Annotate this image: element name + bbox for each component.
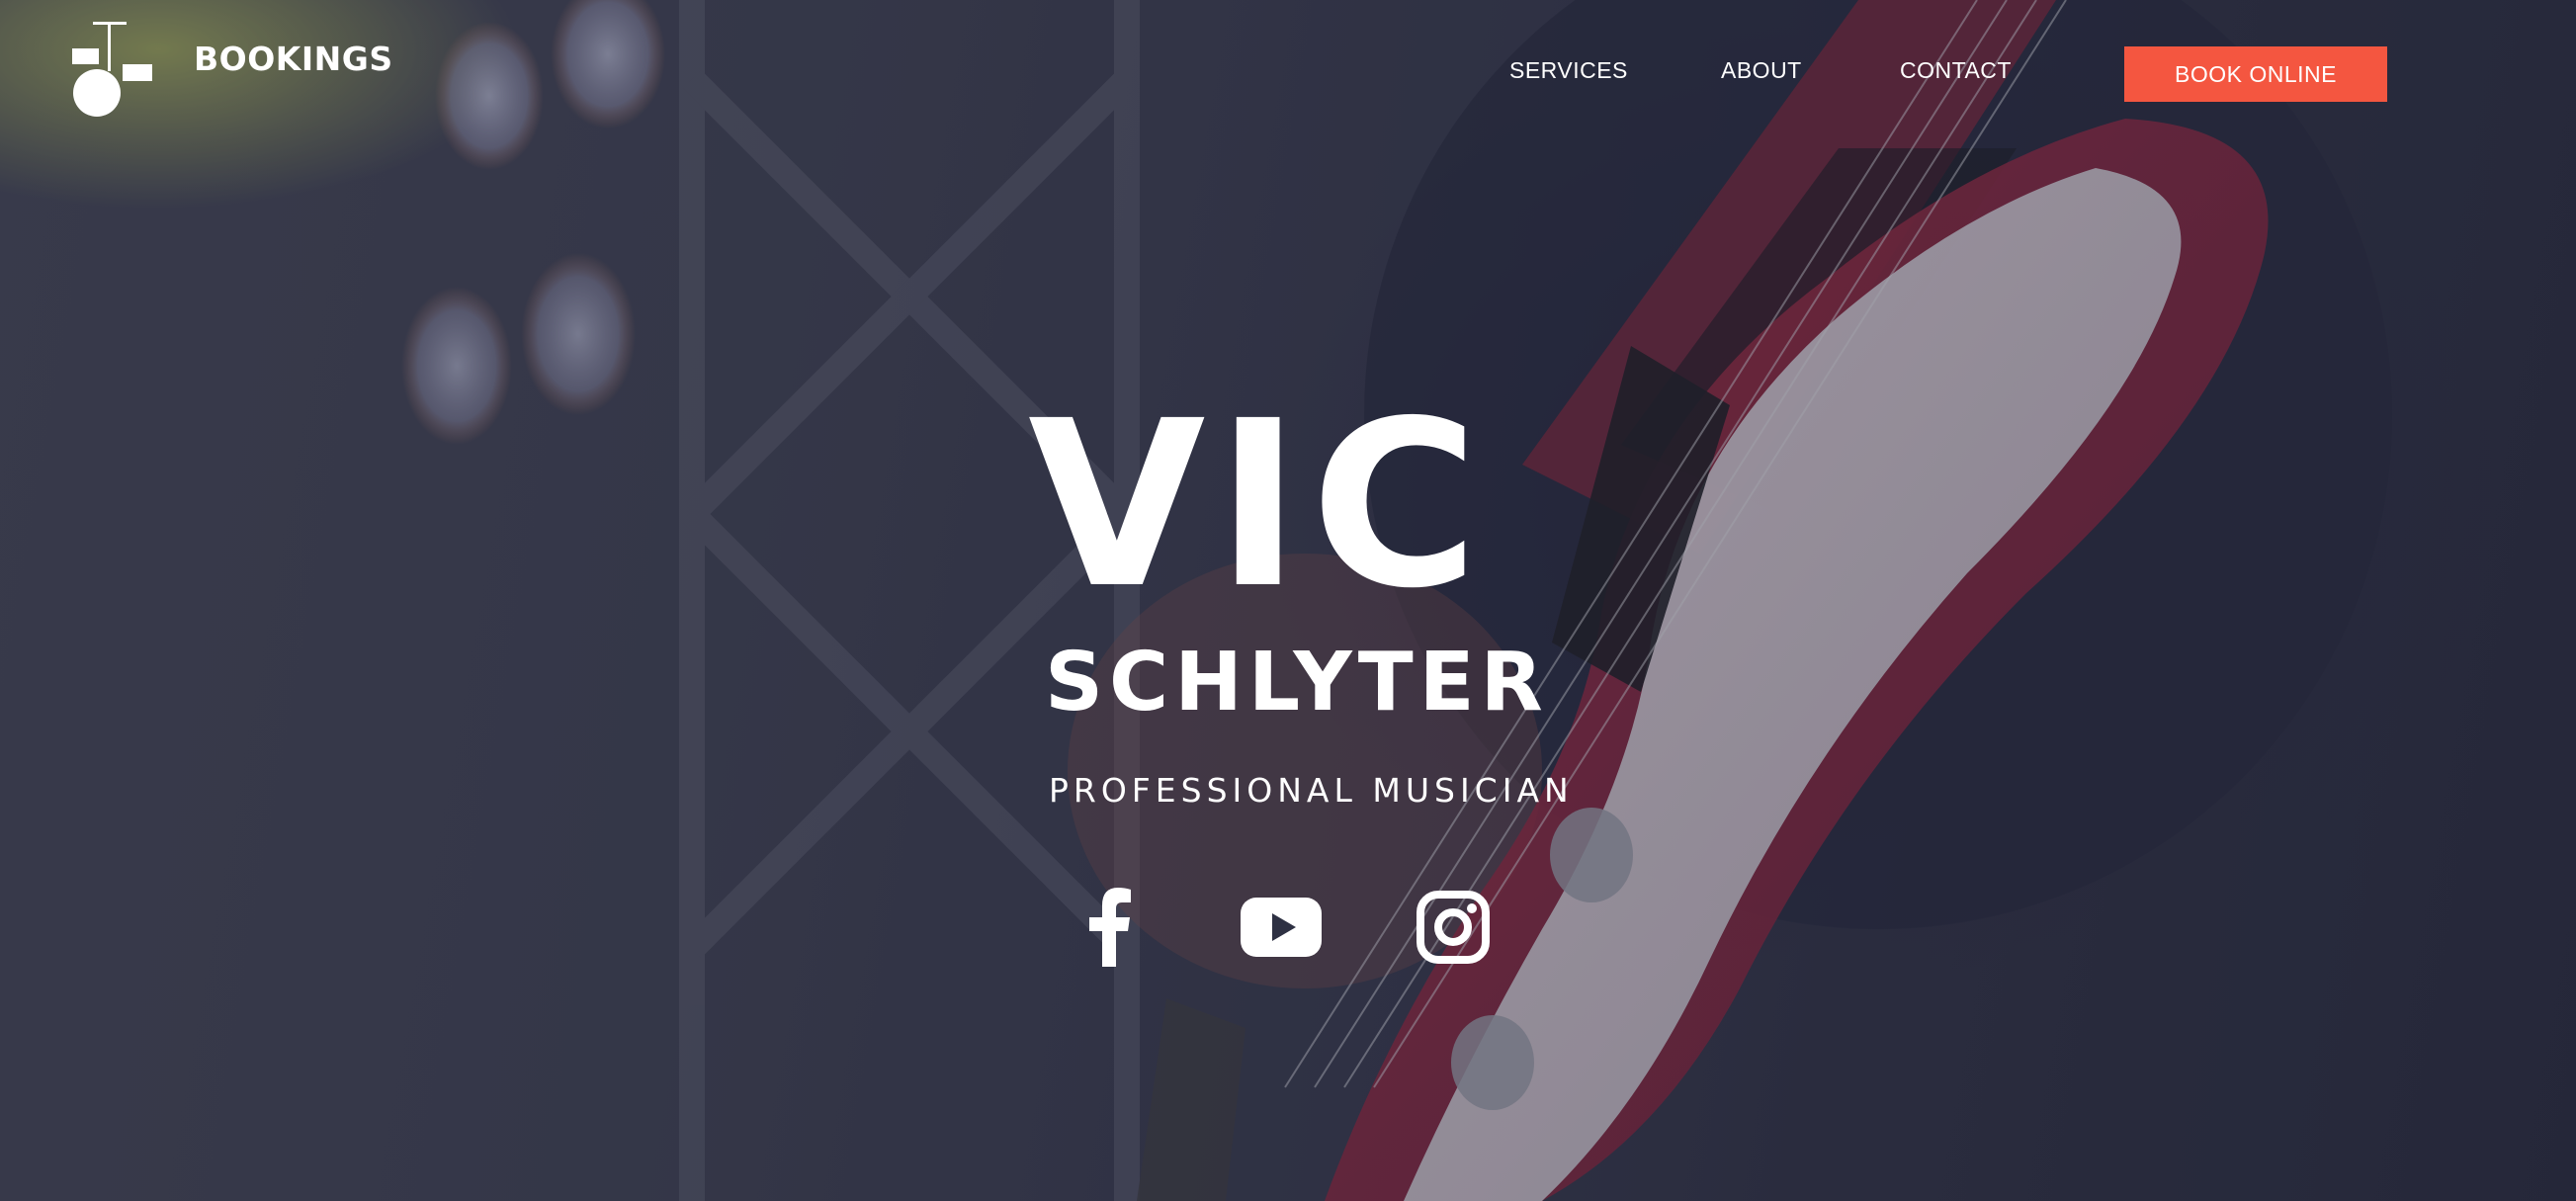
facebook-icon[interactable]: [1065, 883, 1154, 972]
nav-about-link[interactable]: ABOUT: [1721, 57, 1802, 84]
hero-tagline: PROFESSIONAL MUSICIAN: [1049, 771, 1574, 810]
brand-name[interactable]: BOOKINGS: [194, 40, 393, 78]
book-online-button[interactable]: BOOK ONLINE: [2124, 46, 2387, 102]
hero-last-name: SCHLYTER: [1045, 636, 1549, 729]
instagram-icon[interactable]: [1409, 883, 1498, 972]
hero-section: BOOKINGS SERVICES ABOUT CONTACT BOOK ONL…: [0, 0, 2576, 1201]
drum-kit-icon[interactable]: [69, 22, 158, 119]
nav-services-link[interactable]: SERVICES: [1509, 57, 1628, 84]
youtube-icon[interactable]: [1237, 883, 1326, 972]
nav-contact-link[interactable]: CONTACT: [1900, 57, 2012, 84]
hero-first-name: VIC: [1028, 372, 1490, 639]
